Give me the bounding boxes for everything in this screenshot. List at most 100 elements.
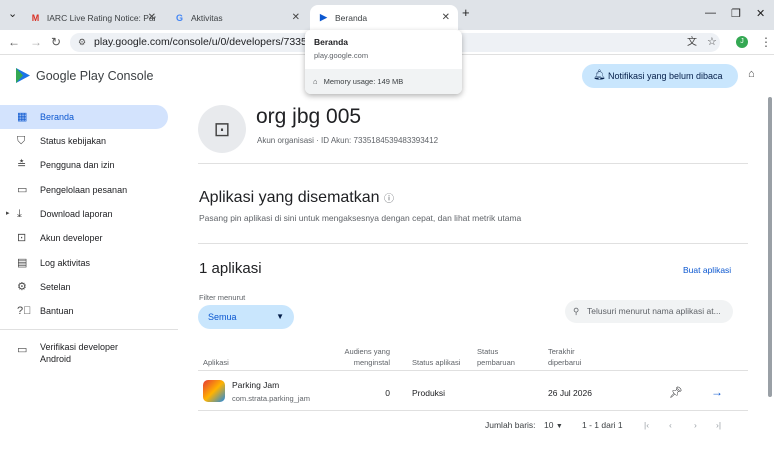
close-icon[interactable]: ✕	[442, 12, 450, 23]
sidebar-item-status-kebijakan[interactable]: ⛉ Status kebijakan	[0, 129, 168, 153]
sidebar-item-label: Pengguna dan izin	[40, 160, 115, 170]
tab-hover-card: Beranda play.google.com ⌂ Memory usage: …	[305, 30, 462, 94]
dropdown-caret-icon: ▼	[276, 312, 284, 321]
unread-notifications-button[interactable]: 🔔︎ Notifikasi yang belum dibaca	[582, 64, 738, 88]
sidebar-item-bantuan[interactable]: ?⃝ Bantuan	[0, 299, 168, 323]
help-icon[interactable]: ⓘ	[384, 194, 394, 205]
col-header-app[interactable]: Aplikasi	[203, 357, 229, 368]
card-icon: ▭	[17, 184, 28, 196]
prev-page-icon[interactable]: ‹	[669, 420, 672, 430]
play-console-icon: ▶	[320, 12, 327, 22]
profile-avatar[interactable]: J	[736, 36, 748, 48]
sidebar-item-label: Verifikasi developer Android	[40, 342, 119, 364]
gmail-icon: M	[31, 12, 40, 23]
close-icon[interactable]: ✕	[292, 12, 300, 23]
rows-per-page-select[interactable]: 10 ▼	[544, 420, 563, 430]
tab-iarc[interactable]: M IARC Live Rating Notice: Parkin ✕	[22, 5, 164, 30]
last-page-icon[interactable]: ›|	[716, 420, 721, 430]
tab-aktivitas[interactable]: G Aktivitas ✕	[166, 5, 308, 30]
filter-value: Semua	[208, 312, 237, 322]
create-app-button[interactable]: Buat aplikasi	[683, 265, 731, 275]
memory-text: Memory usage: 149 MB	[323, 77, 404, 86]
table-row-divider	[198, 410, 748, 411]
sidebar-item-label: Pengelolaan pesanan	[40, 185, 128, 195]
hover-card-url: play.google.com	[314, 51, 369, 60]
rows-per-page-value: 10	[544, 420, 554, 430]
sidebar-item-pengguna[interactable]: ≛ Pengguna dan izin	[0, 153, 168, 177]
reload-icon[interactable]: ↻	[51, 35, 61, 49]
app-name[interactable]: Google Play Console	[36, 69, 153, 83]
sidebar-item-label: Akun developer	[40, 233, 103, 243]
sidebar-item-log[interactable]: ▤ Log aktivitas	[0, 251, 168, 275]
back-icon[interactable]: ←	[8, 35, 20, 49]
sidebar-item-pesanan[interactable]: ▭ Pengelolaan pesanan	[0, 178, 168, 202]
pinned-title: Aplikasi yang disematkan ⓘ	[199, 189, 394, 207]
first-page-icon[interactable]: |‹	[644, 420, 649, 430]
col-header-last-updated[interactable]: Terakhir diperbarui	[548, 346, 598, 368]
notif-label: Notifikasi yang belum dibaca	[608, 71, 723, 81]
new-tab-icon[interactable]: +	[462, 5, 470, 20]
app-name[interactable]: Parking Jam	[232, 380, 279, 390]
tab-search-icon[interactable]: ⌄	[8, 7, 17, 20]
sidebar: ▦ Beranda ⛉ Status kebijakan ≛ Pengguna …	[0, 97, 178, 460]
close-icon[interactable]: ✕	[148, 12, 156, 23]
maximize-icon[interactable]: ❐	[731, 7, 741, 20]
search-icon: ⚲	[573, 306, 580, 316]
forward-icon[interactable]: →	[30, 35, 42, 49]
badge-icon: ⊡	[213, 118, 231, 141]
app-package: com.strata.parking_jam	[232, 394, 310, 403]
memory-icon: ⌂	[313, 77, 318, 86]
id-card-icon: ▭	[17, 344, 28, 356]
help-icon: ?⃝	[17, 305, 32, 317]
bookmark-star-icon[interactable]: ☆	[707, 33, 717, 52]
app-status: Produksi	[412, 388, 446, 398]
sidebar-item-akun-developer[interactable]: ⊡ Akun developer	[0, 226, 168, 250]
sidebar-item-label: Download laporan	[40, 209, 113, 219]
minimize-icon[interactable]: —	[705, 7, 716, 19]
document-icon: ▤	[17, 257, 28, 269]
account-subtitle: Akun organisasi · ID Akun: 7335184539483…	[257, 136, 439, 145]
home-grid-icon: ▦	[17, 111, 28, 123]
inbox-icon[interactable]: ⌂	[748, 68, 755, 80]
open-app-arrow-icon[interactable]: →	[711, 385, 723, 399]
users-icon: ≛	[17, 159, 27, 171]
window-close-icon[interactable]: ✕	[756, 7, 765, 20]
pin-icon[interactable]: 📌︎	[669, 386, 683, 399]
page-scrollbar[interactable]	[768, 97, 772, 397]
google-icon: G	[175, 12, 183, 23]
app-installs: 0	[385, 388, 390, 398]
pinned-description: Pasang pin aplikasi di sini untuk mengak…	[199, 213, 522, 223]
dropdown-caret-icon: ▼	[555, 423, 563, 430]
sidebar-item-beranda[interactable]: ▦ Beranda	[0, 105, 168, 129]
col-header-audience[interactable]: Audiens yang menginstal	[335, 346, 390, 368]
sidebar-item-download[interactable]: ▸ ⤓ Download laporan	[0, 202, 168, 226]
menu-dots-icon[interactable]: ⋮	[760, 35, 772, 49]
bell-icon: 🔔︎	[593, 70, 606, 81]
sidebar-divider	[0, 329, 178, 330]
tab-beranda[interactable]: ▶ Beranda ✕	[310, 5, 458, 30]
app-search-input[interactable]: ⚲ Telusuri menurut nama aplikasi at...	[565, 300, 733, 323]
app-last-updated: 26 Jul 2026	[548, 388, 592, 398]
filter-label: Filter menurut	[199, 293, 246, 302]
expand-arrow-icon[interactable]: ▸	[6, 202, 10, 226]
sidebar-item-setelan[interactable]: ⚙ Setelan	[0, 275, 168, 299]
rows-per-page-label: Jumlah baris:	[485, 420, 536, 430]
divider	[198, 163, 748, 164]
pagination-range: 1 - 1 dari 1	[582, 420, 623, 430]
col-header-status[interactable]: Status aplikasi	[412, 357, 460, 368]
tab-label: Beranda	[335, 12, 368, 23]
col-header-update[interactable]: Status pembaruan	[477, 346, 525, 368]
download-icon: ⤓	[17, 208, 22, 220]
sidebar-item-verifikasi[interactable]: ▭ Verifikasi developer Android	[0, 337, 140, 371]
table-header-divider	[198, 370, 748, 371]
divider	[198, 243, 748, 244]
app-icon	[203, 380, 225, 402]
next-page-icon[interactable]: ›	[694, 420, 697, 430]
gear-icon: ⚙	[17, 281, 27, 293]
filter-select[interactable]: Semua ▼	[198, 305, 294, 329]
search-placeholder: Telusuri menurut nama aplikasi at...	[587, 306, 721, 316]
pinned-title-text: Aplikasi yang disematkan	[199, 189, 380, 206]
apps-count-title: 1 aplikasi	[199, 260, 262, 277]
site-info-icon[interactable]: ⚙	[78, 33, 86, 52]
translate-icon[interactable]: 文	[687, 33, 697, 52]
